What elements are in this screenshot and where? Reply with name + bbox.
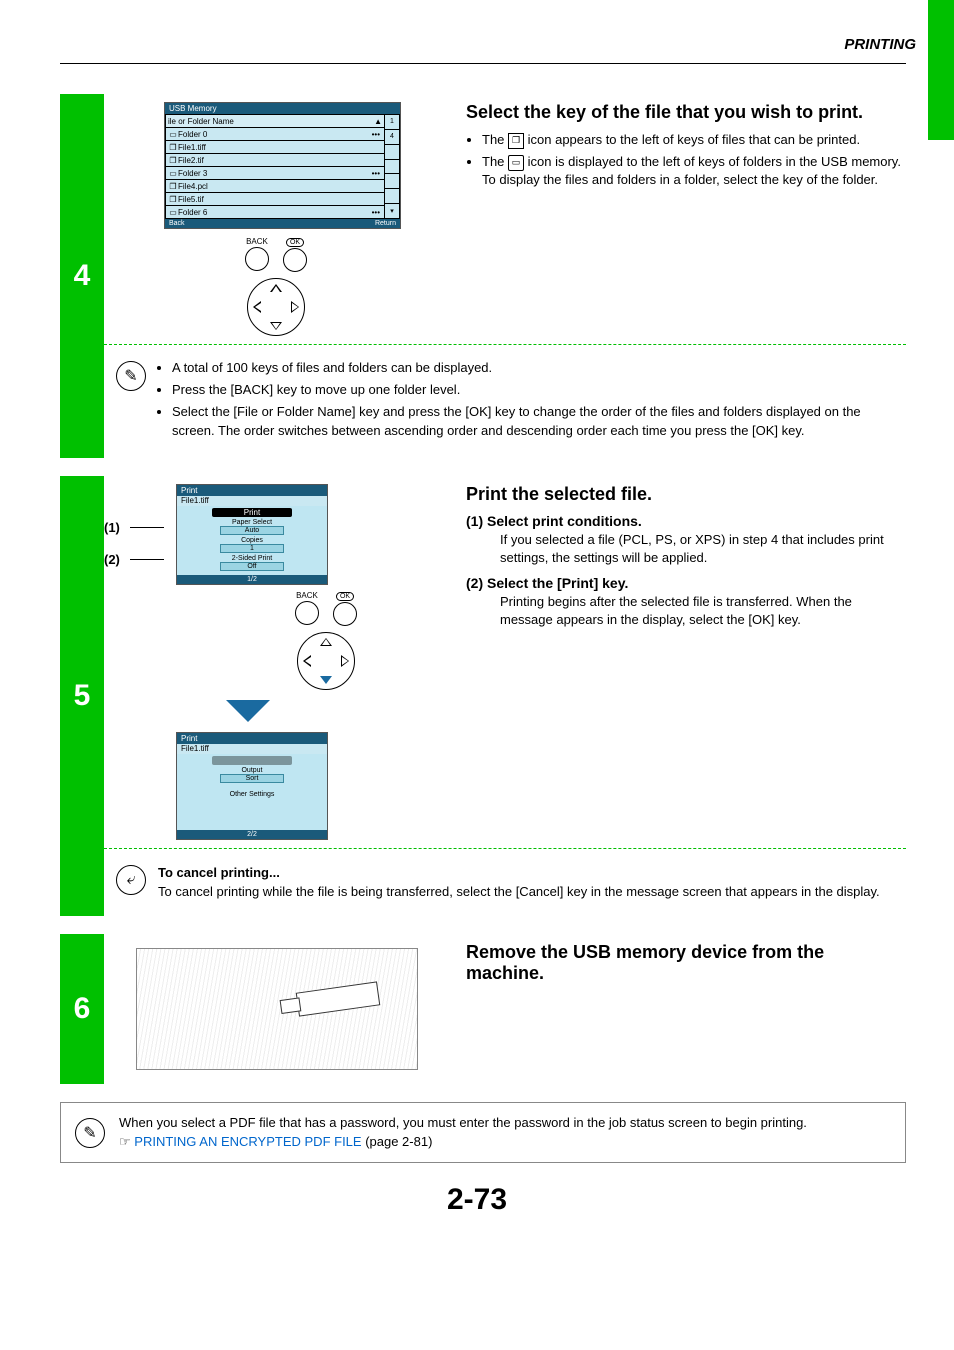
pencil-note-icon: ✎ xyxy=(116,361,146,391)
file-icon: ❐ xyxy=(168,156,178,165)
dashed-divider xyxy=(104,848,906,849)
screen-footer: Back Return xyxy=(165,219,400,228)
list-item: ▭Folder 3••• xyxy=(166,167,384,180)
step-number: 6 xyxy=(60,934,104,1084)
step-5: 5 (1) (2) Print File1.tiff Print Paper S… xyxy=(60,476,954,916)
file-icon: ❐ xyxy=(168,143,178,152)
step-number: 5 xyxy=(60,476,104,916)
scroll-down-icon: ▾ xyxy=(385,204,399,218)
list-item: ❐File2.tif xyxy=(166,154,384,167)
ok-button[interactable] xyxy=(283,248,307,272)
other-settings: Other Settings xyxy=(179,791,325,798)
sort-icon: ▲ xyxy=(374,117,382,126)
screen-title: Print xyxy=(177,733,327,744)
ok-label: OK xyxy=(286,238,304,247)
field-label: 2-Sided Print xyxy=(179,555,325,562)
direction-pad[interactable] xyxy=(247,278,305,336)
screen-title: USB Memory xyxy=(165,103,400,114)
list-item: ❐File4.pcl xyxy=(166,180,384,193)
current-file: File1.tiff xyxy=(177,744,327,754)
list-item: ▭Folder 0••• xyxy=(166,128,384,141)
control-panel: BACK OK xyxy=(266,591,386,690)
sub-heading: (1) Select print conditions. xyxy=(466,513,906,529)
sub-text: Printing begins after the selected file … xyxy=(500,593,906,629)
pencil-note-icon: ✎ xyxy=(75,1118,105,1148)
direction-pad[interactable] xyxy=(297,632,355,690)
field-value: 1 xyxy=(220,544,284,553)
more-icon: ••• xyxy=(372,169,382,178)
file-icon: ❐ xyxy=(168,182,178,191)
print-settings-screen-1: Print File1.tiff Print Paper Select Auto… xyxy=(176,484,328,585)
field-label: Paper Select xyxy=(179,519,325,526)
dashed-divider xyxy=(104,344,906,345)
column-header: ile or Folder Name ▲ xyxy=(166,115,384,128)
folder-icon: ▭ xyxy=(168,130,178,139)
folder-icon: ▭ xyxy=(168,208,178,217)
callout-1: (1) xyxy=(104,520,120,535)
step-4: 4 USB Memory ile or Folder Name ▲ ▭Folde… xyxy=(60,94,954,458)
accent-bar xyxy=(928,0,954,140)
list-item: ❐File5.tif xyxy=(166,193,384,206)
header-rule xyxy=(60,63,906,64)
back-button[interactable] xyxy=(245,247,269,271)
printable-file-icon: ❐ xyxy=(508,133,524,149)
step-title: Select the key of the file that you wish… xyxy=(466,102,906,123)
pointer-icon: ☞ xyxy=(119,1134,131,1149)
page-header-section: PRINTING xyxy=(0,0,954,57)
step-title: Print the selected file. xyxy=(466,484,906,505)
print-button: Print xyxy=(212,508,292,517)
footer-note: ✎ When you select a PDF file that has a … xyxy=(60,1102,906,1163)
step-title: Remove the USB memory device from the ma… xyxy=(466,942,906,984)
remove-usb-illustration xyxy=(136,948,418,1070)
note-bullet: Press the [BACK] key to move up one fold… xyxy=(172,381,906,399)
sub-heading: (2) Select the [Print] key. xyxy=(466,575,906,591)
screen-page: 1/2 xyxy=(177,575,327,584)
list-item: ❐File1.tiff xyxy=(166,141,384,154)
callout-2: (2) xyxy=(104,552,120,567)
step-number: 4 xyxy=(60,94,104,458)
field-value: Sort xyxy=(220,774,284,783)
ok-button[interactable] xyxy=(333,602,357,626)
screen-page: 2/2 xyxy=(177,830,327,839)
field-value: Auto xyxy=(220,526,284,535)
page-number: 2-73 xyxy=(0,1183,954,1217)
back-button[interactable] xyxy=(295,601,319,625)
usb-file-list-screen: USB Memory ile or Folder Name ▲ ▭Folder … xyxy=(164,102,401,229)
file-icon: ❐ xyxy=(168,195,178,204)
step-6: 6 Remove the USB memory device from the … xyxy=(60,934,954,1084)
screen-title: Print xyxy=(177,485,327,496)
print-settings-screen-2: Print File1.tiff Output Sort Other Setti… xyxy=(176,732,328,840)
sub-text: If you selected a file (PCL, PS, or XPS)… xyxy=(500,531,906,567)
field-value: Off xyxy=(220,562,284,571)
ok-label: OK xyxy=(336,592,354,601)
arrow-down-icon xyxy=(226,700,270,722)
scroll-sidebar: 1 4 ▾ xyxy=(385,115,399,218)
note-bullet: A total of 100 keys of files and folders… xyxy=(172,359,906,377)
cancel-heading: To cancel printing... xyxy=(158,865,280,880)
folder-icon: ▭ xyxy=(168,169,178,178)
cancel-note: ⤶ To cancel printing... To cancel printi… xyxy=(104,857,906,908)
field-label: Output xyxy=(179,767,325,774)
bullet: The ▭ icon is displayed to the left of k… xyxy=(482,153,906,189)
back-label: BACK xyxy=(245,237,269,246)
more-icon: ••• xyxy=(372,208,382,217)
bullet: The ❐ icon appears to the left of keys o… xyxy=(482,131,906,149)
field-label: Copies xyxy=(179,537,325,544)
current-file: File1.tiff xyxy=(177,496,327,506)
folder-icon: ▭ xyxy=(508,155,524,171)
back-label: BACK xyxy=(295,591,319,600)
control-panel: BACK OK xyxy=(216,237,336,336)
note-bullet: Select the [File or Folder Name] key and… xyxy=(172,403,906,439)
back-note-icon: ⤶ xyxy=(116,865,146,895)
list-item: ▭Folder 6••• xyxy=(166,206,384,218)
encrypted-pdf-link[interactable]: PRINTING AN ENCRYPTED PDF FILE xyxy=(134,1134,361,1149)
cancel-text: To cancel printing while the file is bei… xyxy=(158,884,880,899)
note: ✎ A total of 100 keys of files and folde… xyxy=(104,353,906,450)
more-icon: ••• xyxy=(372,130,382,139)
usb-stick-icon xyxy=(296,981,381,1016)
